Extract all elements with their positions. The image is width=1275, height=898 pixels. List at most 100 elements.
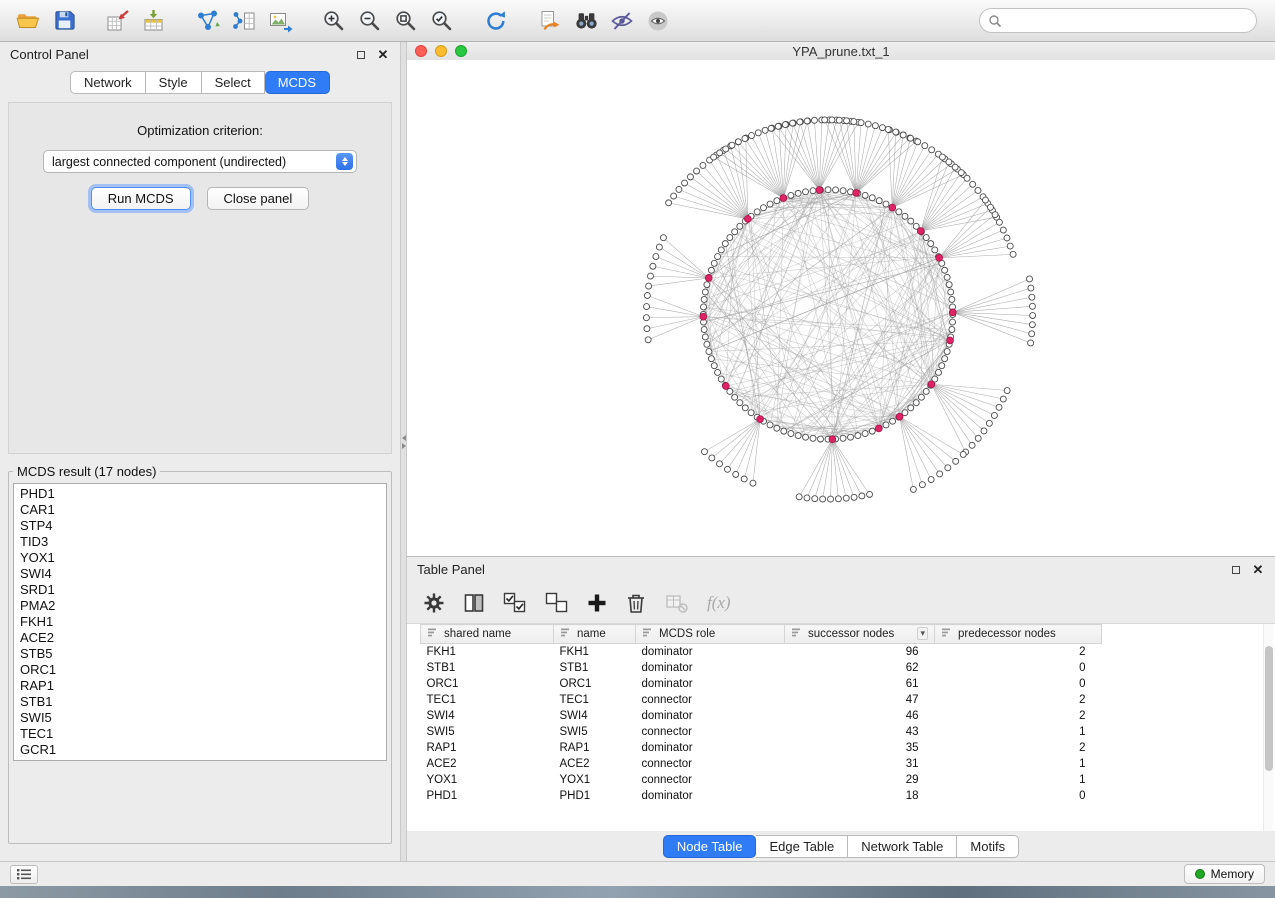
table-row[interactable]: TEC1TEC1connector472 <box>421 692 1102 708</box>
table-close-icon[interactable]: ✕ <box>1251 563 1265 577</box>
table-row[interactable]: ACE2ACE2connector311 <box>421 756 1102 772</box>
column-header-MCDS-role[interactable]: MCDS role <box>636 625 785 644</box>
tab-network[interactable]: Network <box>70 71 146 94</box>
window-zoom-icon[interactable] <box>455 45 467 57</box>
network-titlebar[interactable]: YPA_prune.txt_1 <box>407 42 1275 60</box>
tab-motifs[interactable]: Motifs <box>957 835 1019 858</box>
table-float-icon[interactable] <box>1229 563 1243 577</box>
table-row[interactable]: ORC1ORC1dominator610 <box>421 676 1102 692</box>
table-row[interactable]: SWI4SWI4dominator462 <box>421 708 1102 724</box>
table-cell: 31 <box>785 756 935 772</box>
table-cell: 46 <box>785 708 935 724</box>
mcds-result-item[interactable]: PHD1 <box>14 486 386 502</box>
select-all-button[interactable] <box>501 590 529 616</box>
column-header-predecessor-nodes[interactable]: predecessor nodes <box>935 625 1102 644</box>
column-header-name[interactable]: name <box>554 625 636 644</box>
table-cell: FKH1 <box>421 644 554 660</box>
table-row[interactable]: STB1STB1dominator620 <box>421 660 1102 676</box>
network-canvas[interactable] <box>407 60 1275 556</box>
mcds-result-item[interactable]: ORC1 <box>14 662 386 678</box>
zoom-fit-button[interactable] <box>388 4 424 38</box>
mcds-result-item[interactable]: GCR1 <box>14 742 386 758</box>
search-input[interactable] <box>1002 13 1248 29</box>
node-table-body: FKH1FKH1dominator962STB1STB1dominator620… <box>421 644 1102 804</box>
window-close-icon[interactable] <box>415 45 427 57</box>
save-session-button[interactable] <box>46 4 82 38</box>
zoom-selected-button[interactable] <box>424 4 460 38</box>
criterion-selected-value: largest connected component (undirected) <box>52 155 336 169</box>
mcds-result-item[interactable]: TID3 <box>14 534 386 550</box>
desktop-background-strip <box>0 886 1275 898</box>
search-box[interactable] <box>979 8 1257 33</box>
tab-edge-table[interactable]: Edge Table <box>756 835 848 858</box>
table-cell: 2 <box>935 708 1102 724</box>
delete-column-button[interactable] <box>623 590 649 616</box>
application-window: Control Panel ✕ NetworkStyleSelectMCDS O… <box>0 0 1275 898</box>
float-panel-icon[interactable] <box>354 48 368 62</box>
add-column-button[interactable] <box>585 591 609 615</box>
fx-icon: f(x) <box>707 593 731 613</box>
open-session-button[interactable] <box>10 4 46 38</box>
table-cell: RAP1 <box>554 740 636 756</box>
table-row[interactable]: SWI5SWI5connector431 <box>421 724 1102 740</box>
table-row[interactable]: RAP1RAP1dominator352 <box>421 740 1102 756</box>
mcds-result-list[interactable]: PHD1CAR1STP4TID3YOX1SWI4SRD1PMA2FKH1ACE2… <box>13 483 387 761</box>
close-panel-button[interactable]: Close panel <box>207 187 310 210</box>
table-row[interactable]: PHD1PHD1dominator180 <box>421 788 1102 804</box>
tab-select[interactable]: Select <box>202 71 265 94</box>
tab-style[interactable]: Style <box>146 71 202 94</box>
zoom-out-button[interactable] <box>352 4 388 38</box>
sort-dropdown-icon[interactable]: ▾ <box>917 627 928 640</box>
tab-network-table[interactable]: Network Table <box>848 835 957 858</box>
mcds-result-item[interactable]: SWI5 <box>14 710 386 726</box>
mcds-result-item[interactable]: PMA2 <box>14 598 386 614</box>
criterion-select[interactable]: largest connected component (undirected) <box>43 150 357 173</box>
table-scrollbar[interactable] <box>1263 624 1273 831</box>
table-settings-button[interactable] <box>421 590 447 616</box>
table-row[interactable]: YOX1YOX1connector291 <box>421 772 1102 788</box>
hide-button[interactable] <box>604 4 640 38</box>
mcds-result-item[interactable]: FKH1 <box>14 614 386 630</box>
tab-mcds[interactable]: MCDS <box>265 71 330 94</box>
mcds-result-item[interactable]: STP4 <box>14 518 386 534</box>
show-button[interactable] <box>640 4 676 38</box>
close-panel-icon[interactable]: ✕ <box>376 48 390 62</box>
task-history-button[interactable] <box>10 865 38 884</box>
table-cell: 2 <box>935 692 1102 708</box>
scrollbar-thumb[interactable] <box>1265 646 1273 771</box>
mcds-result-item[interactable]: SWI4 <box>14 566 386 582</box>
panel-splitter[interactable] <box>400 42 407 861</box>
window-minimize-icon[interactable] <box>435 45 447 57</box>
mcds-result-item[interactable]: ACE2 <box>14 630 386 646</box>
run-mcds-button[interactable]: Run MCDS <box>91 187 191 210</box>
control-tabs: NetworkStyleSelectMCDS <box>0 67 400 100</box>
deselect-all-button[interactable] <box>543 590 571 616</box>
mcds-result-item[interactable]: STB5 <box>14 646 386 662</box>
function-builder-button[interactable]: f(x) <box>705 591 733 615</box>
export-network-button[interactable] <box>190 4 226 38</box>
export-table-button[interactable] <box>226 4 262 38</box>
mcds-result-item[interactable]: TEC1 <box>14 726 386 742</box>
search-icon <box>988 14 1002 28</box>
memory-button[interactable]: Memory <box>1184 864 1265 884</box>
tab-node-table[interactable]: Node Table <box>663 835 757 858</box>
refresh-button[interactable] <box>478 4 514 38</box>
mcds-result-item[interactable]: STB1 <box>14 694 386 710</box>
mcds-result-item[interactable]: CAR1 <box>14 502 386 518</box>
column-header-shared-name[interactable]: shared name <box>421 625 554 644</box>
table-row[interactable]: FKH1FKH1dominator962 <box>421 644 1102 660</box>
mcds-result-item[interactable]: RAP1 <box>14 678 386 694</box>
mcds-result-item[interactable]: SRD1 <box>14 582 386 598</box>
find-button[interactable] <box>568 4 604 38</box>
export-image-button[interactable] <box>262 4 298 38</box>
column-header-successor-nodes[interactable]: successor nodes▾ <box>785 625 935 644</box>
show-columns-button[interactable] <box>461 590 487 616</box>
import-table-button[interactable] <box>136 4 172 38</box>
import-network-button[interactable] <box>100 4 136 38</box>
trash-icon <box>625 592 647 614</box>
mcds-result-item[interactable]: YOX1 <box>14 550 386 566</box>
table-cell: 2 <box>935 644 1102 660</box>
share-document-button[interactable] <box>532 4 568 38</box>
table-cell: 18 <box>785 788 935 804</box>
zoom-in-button[interactable] <box>316 4 352 38</box>
